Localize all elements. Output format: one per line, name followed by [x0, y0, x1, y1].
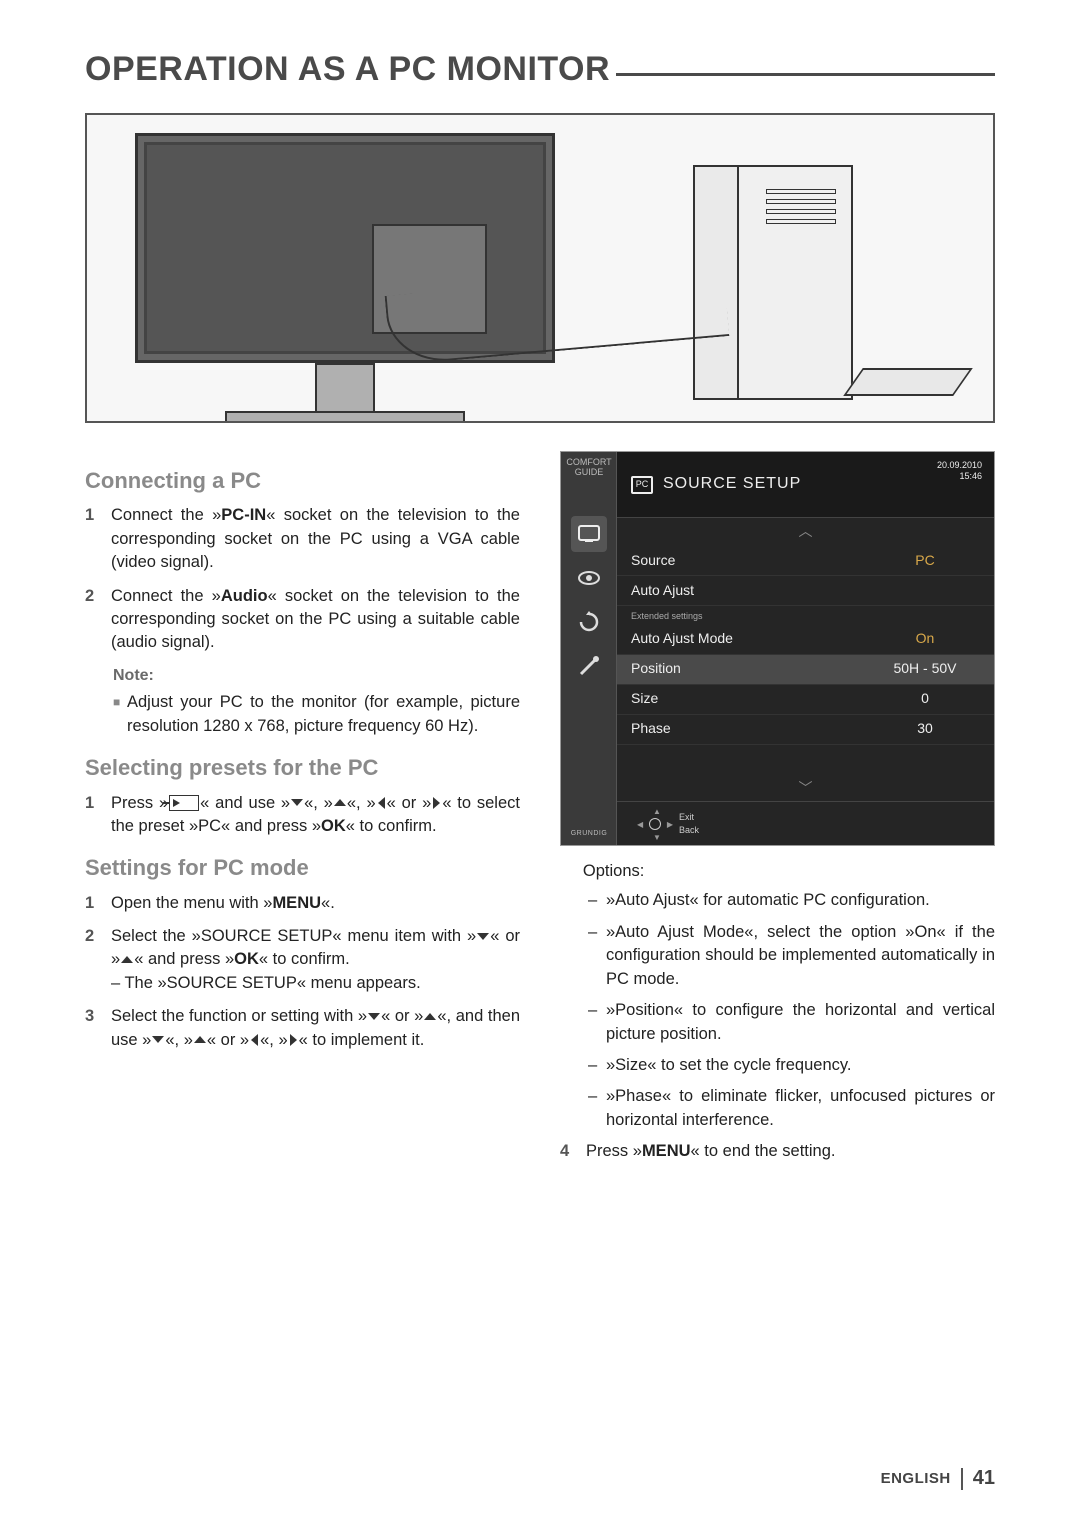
osd-datetime: 20.09.201015:46: [937, 460, 982, 482]
presets-step-1: 1 Press »« and use »«, »«, »« or »« to s…: [85, 792, 520, 839]
page-title: OPERATION AS A PC MONITOR: [85, 50, 995, 89]
osd-sidebar: COMFORT GUIDE GRUNDIG: [561, 452, 617, 845]
note-label: Note:: [113, 665, 520, 688]
note-body: ■ Adjust your PC to the monitor (for exa…: [85, 691, 520, 738]
page-footer: ENGLISH 41: [881, 1467, 995, 1490]
tv-illustration: [135, 133, 555, 423]
settings-step-2: 2 Select the »SOURCE SETUP« menu item wi…: [85, 925, 520, 995]
right-column: COMFORT GUIDE GRUNDIG PC SOURCE SETUP: [560, 451, 995, 1174]
osd-source-icon: [571, 516, 607, 552]
option-3: –»Position« to configure the horizontal …: [588, 999, 995, 1046]
osd-row-mode: Auto Ajust ModeOn: [617, 625, 994, 655]
heading-settings: Settings for PC mode: [85, 852, 520, 883]
osd-tools-icon: [571, 648, 607, 684]
chevron-right-icon: [288, 1033, 299, 1047]
heading-presets: Selecting presets for the PC: [85, 752, 520, 783]
keyboard-illustration: [843, 368, 973, 396]
title-rule: [616, 73, 995, 76]
footer-page-number: 41: [973, 1467, 995, 1490]
osd-rows: SourcePC Auto Ajust Extended settings Au…: [617, 546, 994, 745]
chevron-up-icon: [120, 954, 134, 966]
chevron-down-icon: [151, 1034, 165, 1046]
osd-eye-icon: [571, 560, 607, 596]
osd-brand: GRUNDIG: [565, 829, 613, 839]
osd-row-source: SourcePC: [617, 546, 994, 576]
osd-extended-label: Extended settings: [617, 606, 994, 625]
osd-rotate-icon: [571, 604, 607, 640]
chevron-right-icon: [431, 796, 442, 810]
osd-row-position: Position50H - 50V: [617, 655, 994, 685]
title-text: OPERATION AS A PC MONITOR: [85, 50, 610, 89]
settings-step-3: 3 Select the function or setting with »«…: [85, 1005, 520, 1052]
footer-separator: [961, 1468, 963, 1490]
option-4: –»Size« to set the cycle frequency.: [588, 1054, 995, 1077]
heading-connecting: Connecting a PC: [85, 465, 520, 496]
option-5: –»Phase« to eliminate flicker, unfocused…: [588, 1085, 995, 1132]
chevron-up-icon: [193, 1034, 207, 1046]
osd-row-phase: Phase30: [617, 715, 994, 745]
settings-step-4: 4 Press »MENU« to end the setting.: [560, 1140, 995, 1163]
chevron-down-icon: [476, 931, 490, 943]
chevron-down-icon: [367, 1011, 381, 1023]
osd-footer: ▲▼◀▶ Exit Back: [617, 801, 994, 845]
osd-row-size: Size0: [617, 685, 994, 715]
chevron-down-icon: [290, 797, 304, 809]
options-label: Options:: [560, 860, 995, 883]
osd-scroll-up-icon: ︿: [617, 518, 994, 546]
osd-row-autoajust: Auto Ajust: [617, 576, 994, 606]
chevron-up-icon: [423, 1011, 437, 1023]
option-2: –»Auto Ajust Mode«, select the option »O…: [588, 921, 995, 991]
connection-diagram: [85, 113, 995, 423]
osd-header: PC SOURCE SETUP 20.09.201015:46: [617, 452, 994, 518]
option-1: –»Auto Ajust« for automatic PC configura…: [588, 889, 995, 912]
osd-dpad-icon: ▲▼◀▶: [637, 806, 673, 842]
osd-screenshot: COMFORT GUIDE GRUNDIG PC SOURCE SETUP: [560, 451, 995, 846]
source-button-icon: [169, 795, 199, 811]
chevron-up-icon: [333, 797, 347, 809]
settings-step-1: 1 Open the menu with »MENU«.: [85, 892, 520, 915]
left-column: Connecting a PC 1 Connect the »PC-IN« so…: [85, 451, 520, 1174]
connecting-step-2: 2 Connect the »Audio« socket on the tele…: [85, 585, 520, 655]
chevron-left-icon: [249, 1033, 260, 1047]
osd-comfort-label: COMFORT GUIDE: [565, 458, 613, 478]
osd-title: SOURCE SETUP: [663, 473, 801, 496]
chevron-left-icon: [376, 796, 387, 810]
content-columns: Connecting a PC 1 Connect the »PC-IN« so…: [85, 451, 995, 1174]
osd-scroll-down-icon: ﹀: [617, 777, 994, 801]
connecting-step-1: 1 Connect the »PC-IN« socket on the tele…: [85, 504, 520, 574]
osd-pc-icon: PC: [631, 476, 653, 494]
footer-language: ENGLISH: [881, 1470, 951, 1487]
